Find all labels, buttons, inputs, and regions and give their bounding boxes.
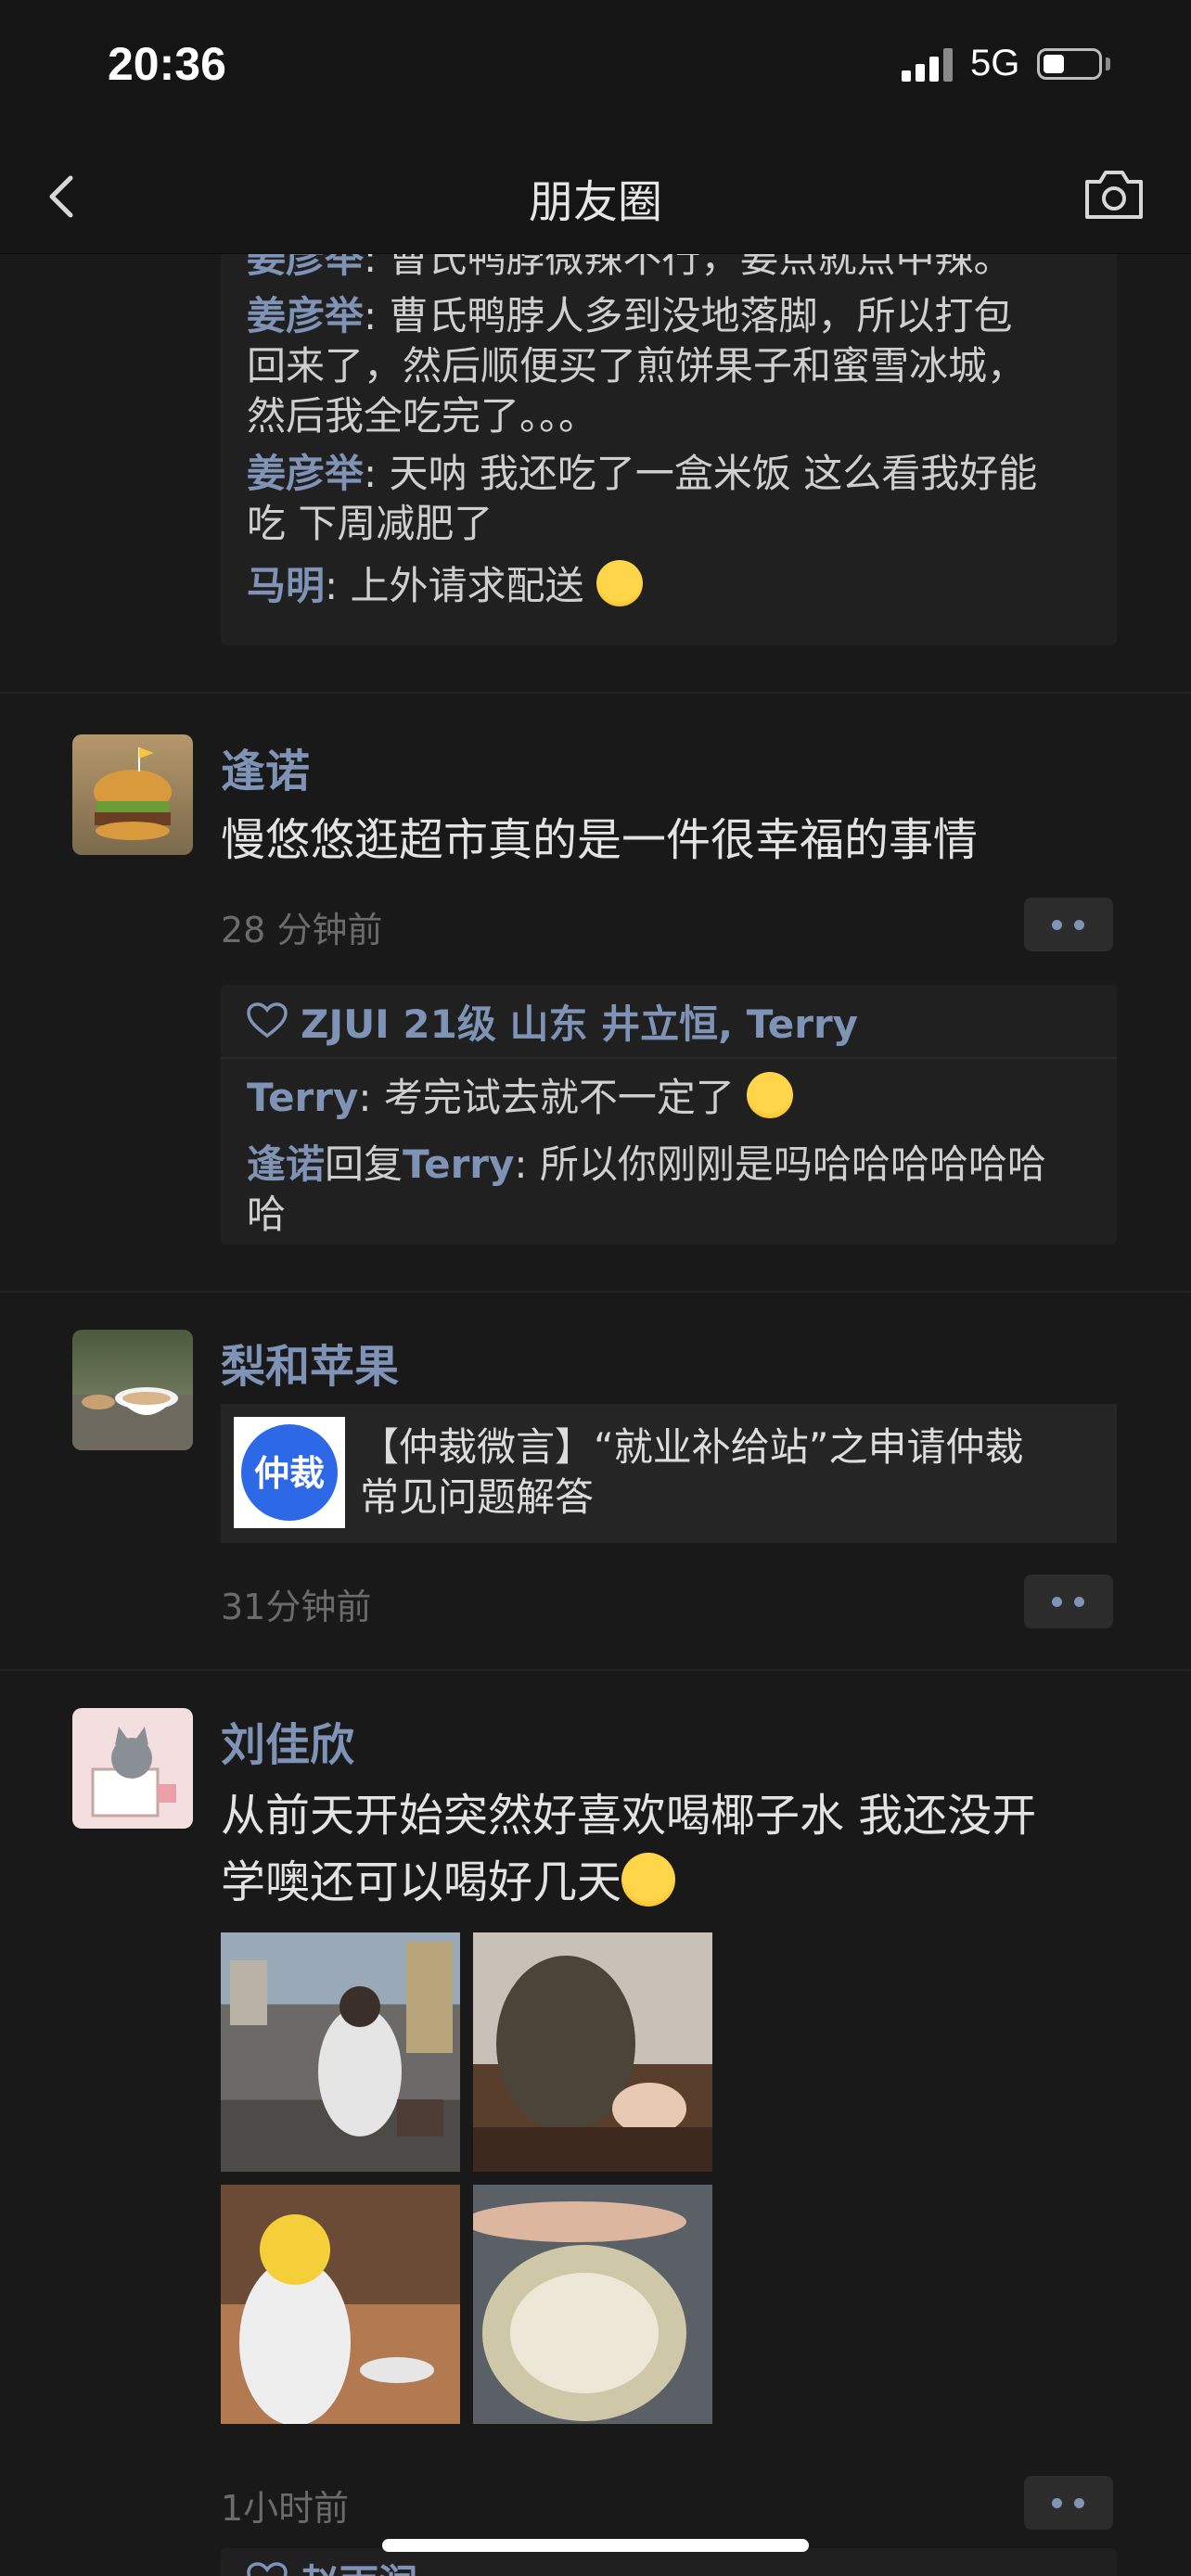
comment-author[interactable]: 逢诺 [247, 1141, 325, 1187]
home-indicator[interactable] [382, 2539, 809, 2552]
likes-row: ZJUI 21级 山东 井立恒, Terry [221, 985, 1117, 1059]
heart-icon [247, 2562, 288, 2576]
comment-line[interactable]: Terry: 考完试去就不一定了 [247, 1072, 1091, 1123]
heart-icon [247, 1002, 288, 1039]
nav-bar: 朋友圈 [0, 139, 1191, 254]
comment-author[interactable]: 姜彦举 [247, 293, 364, 338]
crying-emoji [596, 560, 643, 606]
likes-names[interactable]: 赵雨润 [301, 2553, 417, 2576]
comment-author[interactable]: 姜彦举 [247, 254, 364, 281]
more-button[interactable] [1024, 2476, 1113, 2530]
avatar[interactable] [72, 1330, 193, 1450]
more-button[interactable] [1024, 1575, 1113, 1628]
reply-target[interactable]: Terry [403, 1141, 514, 1187]
link-thumb-text: 仲裁 [254, 1453, 325, 1494]
comment-line[interactable]: 姜彦举: 天呐 我还吃了一盒米饭 这么看我好能 [247, 449, 1091, 499]
comment-author[interactable]: 姜彦举 [247, 451, 364, 496]
post-author-name[interactable]: 刘佳欣 [221, 1708, 354, 1773]
comment-line[interactable]: 姜彦举: 曹氏鸭脖微辣不行，要点就点中辣。 [247, 254, 1091, 284]
comment-line[interactable]: 马明: 上外请求配送 [247, 560, 1091, 611]
avatar[interactable] [72, 1708, 193, 1829]
post-author-name[interactable]: 梨和苹果 [221, 1330, 399, 1395]
status-time: 20:36 [108, 38, 226, 90]
likes-names[interactable]: ZJUI 21级 山东 井立恒, Terry [301, 993, 858, 1050]
comment-box: ZJUI 21级 山东 井立恒, Terry Terry: 考完试去就不一定了 … [221, 985, 1117, 1244]
post-time: 1小时前 [221, 2488, 350, 2529]
tongue-emoji [621, 1853, 676, 1906]
page-title: 朋友圈 [528, 176, 662, 228]
battery-icon [1037, 48, 1102, 80]
signal-icon [902, 48, 957, 82]
comment-line-cont: 回来了，然后顺便买了煎饼果子和蜜雪冰城， [247, 343, 1027, 389]
divider [0, 692, 1191, 694]
link-thumbnail: 仲裁 [234, 1417, 345, 1528]
post-author-name[interactable]: 逢诺 [221, 734, 310, 799]
comment-box: 赵雨润 [221, 2548, 1117, 2576]
post-text: 从前天开始突然好喜欢喝椰子水 我还没开 学噢还可以喝好几天 [221, 1790, 1037, 1908]
likes-row: 赵雨润 [247, 2557, 1091, 2576]
comment-line[interactable]: 逢诺回复Terry: 所以你刚刚是吗哈哈哈哈哈哈 [247, 1140, 1091, 1190]
post-time: 31分钟前 [221, 1587, 372, 1627]
shared-link-card[interactable]: 仲裁 【仲裁微言】“就业补给站”之申请仲裁 常见问题解答 [221, 1404, 1117, 1543]
network-label: 5G [970, 43, 1020, 83]
avatar[interactable] [72, 734, 193, 855]
grimace-emoji [747, 1072, 794, 1118]
comment-line-cont: 吃 下周减肥了 [247, 501, 493, 546]
camera-icon[interactable] [1082, 167, 1146, 223]
divider [0, 1291, 1191, 1293]
post-time: 28 分钟前 [221, 910, 383, 950]
post-photo[interactable] [473, 2185, 712, 2424]
post-photo[interactable] [221, 2185, 460, 2424]
divider [0, 1669, 1191, 1671]
post-photo[interactable] [221, 1932, 460, 2172]
comment-line-cont: 哈 [247, 1192, 287, 1237]
more-button[interactable] [1024, 898, 1113, 951]
comment-author[interactable]: 马明 [247, 563, 325, 608]
status-bar: 20:36 5G [0, 0, 1191, 139]
comment-author[interactable]: Terry [247, 1075, 358, 1120]
link-title: 【仲裁微言】“就业补给站”之申请仲裁 常见问题解答 [360, 1424, 1024, 1520]
post-photo[interactable] [473, 1932, 712, 2172]
comment-line-cont: 然后我全吃完了。。。 [247, 393, 598, 439]
post-text: 慢悠悠逛超市真的是一件很幸福的事情 [221, 814, 979, 866]
comment-line[interactable]: 姜彦举: 曹氏鸭脖人多到没地落脚，所以打包 [247, 291, 1091, 341]
moments-feed[interactable]: 姜彦举: 曹氏鸭脖微辣不行，要点就点中辣。 姜彦举: 曹氏鸭脖人多到没地落脚，所… [0, 254, 1191, 2576]
comment-box: 姜彦举: 曹氏鸭脖微辣不行，要点就点中辣。 姜彦举: 曹氏鸭脖人多到没地落脚，所… [221, 254, 1117, 645]
battery-tip [1106, 57, 1110, 70]
